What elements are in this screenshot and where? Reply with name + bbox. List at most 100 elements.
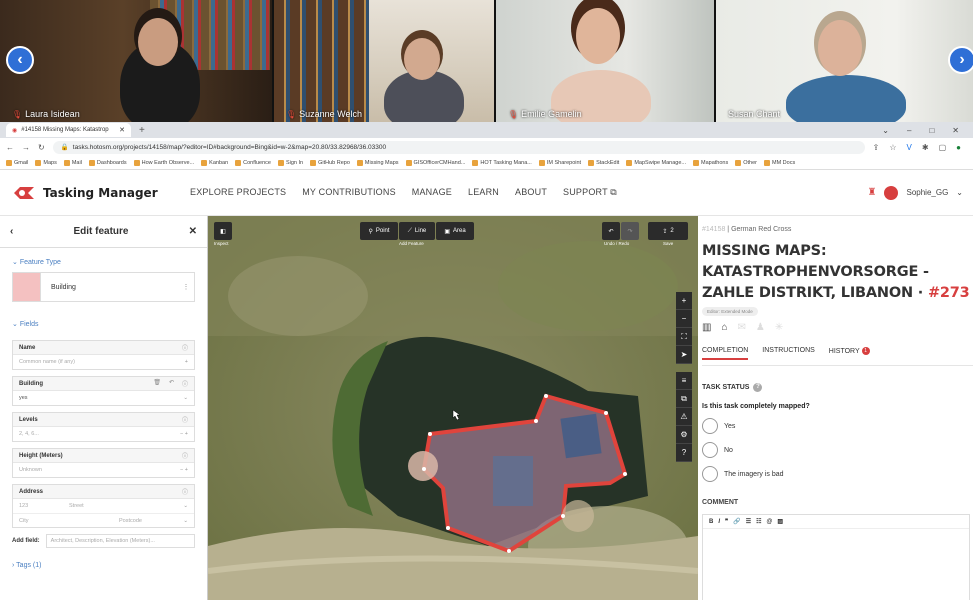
puzzle-icon[interactable]: ✱ [922,143,929,152]
bookmark-item[interactable]: Mail [63,159,82,166]
bookmark-item[interactable]: MapSwipe Manage... [626,159,686,166]
radio-button[interactable] [702,418,718,434]
bookmark-item[interactable]: StackEdit [588,159,619,166]
bookmark-item[interactable]: Gmail [6,159,28,166]
nav-about[interactable]: ABOUT [515,187,547,198]
fields-toggle[interactable]: ⌄ Fields [0,302,207,340]
tags-toggle[interactable]: › Tags (1) [0,552,207,579]
close-tab-icon[interactable]: ✕ [119,126,125,134]
chat-icon[interactable]: ✉ [738,322,746,333]
app-logo[interactable]: Tasking Manager [0,185,190,201]
nav-learn[interactable]: LEARN [468,187,499,198]
bookmark-item[interactable]: IM Sharepoint [538,159,581,166]
quote-icon[interactable]: ❞ [725,518,728,525]
share-icon[interactable]: ⇪ [873,143,880,152]
info-icon[interactable]: ⓘ [182,379,188,388]
geolocate-button[interactable]: ➤ [676,346,692,364]
radio-button[interactable] [702,466,718,482]
profile-icon[interactable]: ● [956,143,961,152]
tab-search-icon[interactable]: ⌄ [882,126,889,135]
bold-icon[interactable]: B [709,519,713,525]
asterisk-icon[interactable]: ✳ [775,322,783,333]
user-icon[interactable]: ♟ [756,322,765,333]
sidebar-icon[interactable]: ▢ [939,143,947,152]
stepper-icon[interactable]: − + [180,431,188,437]
comment-editor[interactable]: B I ❞ 🔗 ☰ ☷ @ ▨ [702,514,970,600]
tab-instructions[interactable]: INSTRUCTIONS [762,347,815,360]
bulleted-list-icon[interactable]: ☰ [746,518,751,525]
feature-type-selector[interactable]: Building ⋮ [12,272,195,302]
new-tab-button[interactable]: + [139,125,145,136]
add-point-button[interactable]: ⚲ Point [360,222,398,240]
image-icon[interactable]: ▨ [777,518,783,525]
nav-my-contributions[interactable]: MY CONTRIBUTIONS [302,187,396,198]
bookmark-item[interactable]: Confluence [235,159,271,166]
height-input[interactable]: Unknown − + [13,463,194,477]
nav-support[interactable]: SUPPORT ⧉ [563,187,617,198]
close-window-icon[interactable]: ✕ [952,126,959,135]
numbered-list-icon[interactable]: ☷ [756,518,761,525]
tab-history[interactable]: HISTORY 1 [829,347,870,360]
help-icon[interactable]: ? [753,383,763,392]
bookmark-item[interactable]: Kanban [201,159,228,166]
info-icon[interactable]: ⓘ [182,451,188,460]
browser-tab[interactable]: ◉ #14158 Missing Maps: Katastrop ✕ [6,123,131,137]
url-field[interactable]: 🔒 tasks.hotosm.org/projects/14158/map/?e… [52,140,865,154]
map-data-button[interactable]: ⧉ [676,390,692,408]
radio-button[interactable] [702,442,718,458]
forward-icon[interactable]: → [22,143,30,152]
bookmark-item[interactable]: Mapathons [693,159,728,166]
bookmark-item[interactable]: Missing Maps [356,159,399,166]
zoom-out-button[interactable]: − [676,310,692,328]
inspect-button[interactable]: ◧ [214,222,232,240]
redo-button[interactable]: ↷ [621,222,639,240]
undo-icon[interactable]: ↶ [169,379,174,388]
nav-explore-projects[interactable]: EXPLORE PROJECTS [190,187,286,198]
save-button[interactable]: ⇪ 2 [648,222,688,240]
address-row-2[interactable]: City Postcode ⌄ [13,513,194,527]
undo-button[interactable]: ↶ [602,222,620,240]
info-icon[interactable]: ⓘ [182,343,188,352]
levels-input[interactable]: 2, 4, 6... − + [13,427,194,441]
add-line-button[interactable]: ⟋ Line [399,222,435,240]
chevron-down-icon[interactable]: ⌄ [956,188,963,197]
mention-icon[interactable]: @ [767,519,773,525]
address-row-1[interactable]: 123 Street ⌄ [13,499,194,513]
bookmark-item[interactable]: Maps [35,159,57,166]
bookmark-item[interactable]: GitHub Repo [310,159,350,166]
zoom-in-button[interactable]: + [676,292,692,310]
link-icon[interactable]: 🔗 [733,518,740,525]
nav-manage[interactable]: MANAGE [412,187,452,198]
add-icon[interactable]: + [185,359,188,365]
notifications-icon[interactable]: ♜ [868,187,877,198]
split-icon[interactable]: ▥ [702,322,711,333]
info-icon[interactable]: ⓘ [182,415,188,424]
background-settings-button[interactable]: ≡ [676,372,692,390]
bookmark-item[interactable]: Sign In [277,159,303,166]
bookmark-star-icon[interactable]: ☆ [889,143,896,152]
bookmark-item[interactable]: MM Docs [763,159,795,166]
option-no[interactable]: No [702,442,973,458]
add-field-input[interactable]: Architect, Description, Elevation (Meter… [45,534,195,548]
tab-completion[interactable]: COMPLETION [702,347,749,360]
back-icon[interactable]: ← [6,143,14,152]
bookmark-item[interactable]: HOT Tasking Mana... [472,159,532,166]
bookmark-item[interactable]: Dashboards [88,159,127,166]
home-icon[interactable]: ⌂ [721,322,727,333]
zoom-to-selection-button[interactable]: ⛶ [676,328,692,346]
name-input[interactable]: Common name (if any) + [13,355,194,369]
stepper-icon[interactable]: − + [180,467,188,473]
add-area-button[interactable]: ▣ Area [436,222,474,240]
maximize-icon[interactable]: □ [929,126,934,135]
info-icon[interactable]: ⓘ [182,487,188,496]
help-button[interactable]: ? [676,444,692,462]
extension-icon[interactable]: V [907,143,912,152]
bookmark-item[interactable]: Other [735,159,757,166]
preferences-button[interactable]: ⚙ [676,426,692,444]
minimize-icon[interactable]: – [907,126,911,135]
option-yes[interactable]: Yes [702,418,973,434]
user-avatar[interactable] [884,185,899,200]
bookmark-item[interactable]: How Earth Observe... [133,159,194,166]
building-input[interactable]: yes ⌄ [13,391,194,405]
trash-icon[interactable]: 🗑 [153,379,161,388]
